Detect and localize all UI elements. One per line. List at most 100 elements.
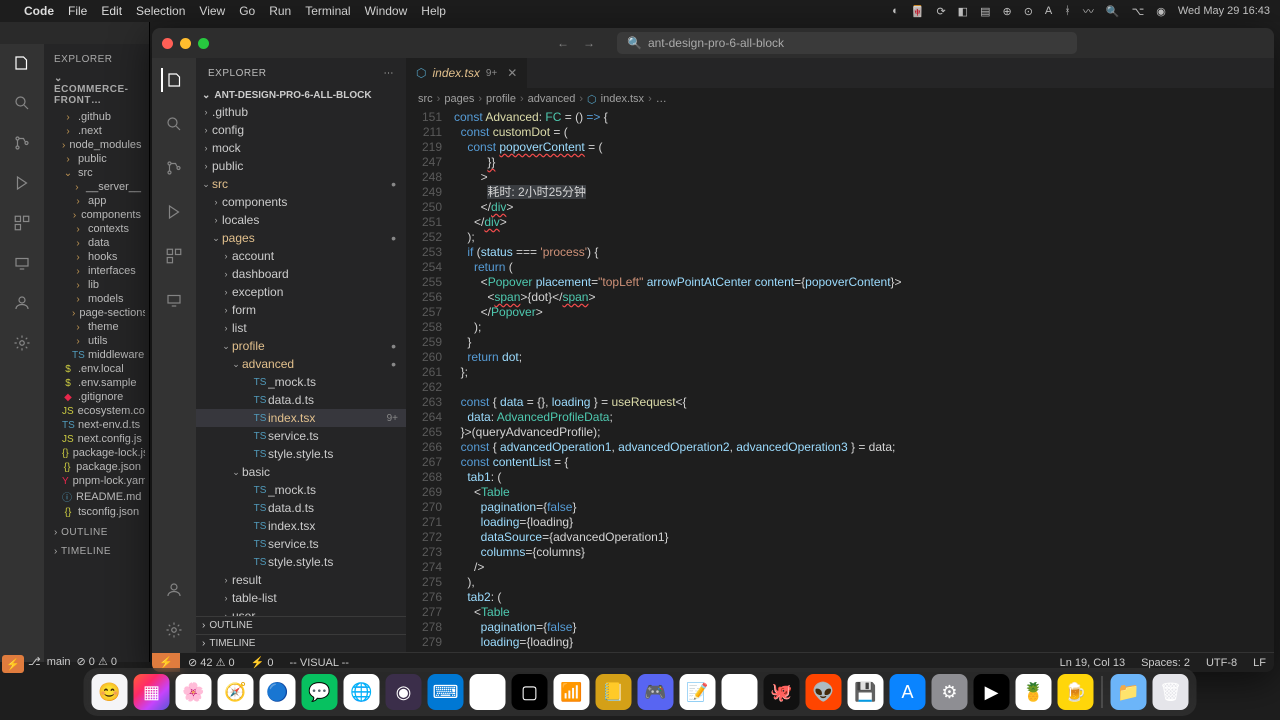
- menu-terminal[interactable]: Terminal: [305, 4, 350, 18]
- project-root[interactable]: ⌄ ECOMMERCE-FRONT…: [48, 69, 145, 110]
- dock-app[interactable]: ▢: [512, 674, 548, 710]
- search-icon[interactable]: [162, 112, 186, 136]
- tree-row[interactable]: ›account: [196, 247, 406, 265]
- menu-help[interactable]: Help: [421, 4, 446, 18]
- timeline-section[interactable]: ›TIMELINE: [196, 634, 406, 652]
- status-icon[interactable]: ⊙: [1024, 5, 1033, 18]
- bluetooth-icon[interactable]: ᚼ: [1064, 5, 1071, 17]
- tree-row[interactable]: TSdata.d.ts: [196, 499, 406, 517]
- search-icon[interactable]: [11, 92, 33, 114]
- remote-badge[interactable]: ⚡: [2, 655, 24, 673]
- tab-index-tsx[interactable]: ⬡ index.tsx 9+ ✕: [406, 58, 528, 88]
- clock[interactable]: Wed May 29 16:43: [1178, 5, 1270, 17]
- close-icon[interactable]: ✕: [507, 66, 517, 80]
- tree-row[interactable]: ⌄pages•: [196, 229, 406, 247]
- dock-app[interactable]: 29: [470, 674, 506, 710]
- dock-app[interactable]: 😊: [92, 674, 128, 710]
- bg-tree-item[interactable]: ›models: [48, 292, 145, 306]
- bg-tree-item[interactable]: ›public: [48, 152, 145, 166]
- breadcrumb[interactable]: src› pages› profile› advanced› ⬡ index.t…: [406, 88, 1274, 110]
- bg-tree-item[interactable]: ◆.gitignore: [48, 390, 145, 404]
- eol[interactable]: LF: [1245, 657, 1274, 669]
- bg-tree-item[interactable]: ›components: [48, 208, 145, 222]
- more-icon[interactable]: ⋯: [384, 68, 395, 79]
- tree-row[interactable]: TSindex.tsx9+: [196, 409, 406, 427]
- command-center[interactable]: 🔍 ant-design-pro-6-all-block: [617, 32, 1077, 54]
- bg-tree-item[interactable]: ⌄src: [48, 166, 145, 180]
- tab-bar[interactable]: ⬡ index.tsx 9+ ✕: [406, 58, 1274, 88]
- dock-app[interactable]: 👽: [806, 674, 842, 710]
- tree-row[interactable]: ›result: [196, 571, 406, 589]
- dock-app[interactable]: ▶: [974, 674, 1010, 710]
- status-icon[interactable]: ▤: [980, 5, 990, 18]
- nav-back-icon[interactable]: ←: [557, 36, 569, 50]
- dock-app[interactable]: 🗑: [1153, 674, 1189, 710]
- bg-tree-item[interactable]: JSnext.config.js: [48, 432, 145, 446]
- bg-tree-item[interactable]: TSnext-env.d.ts: [48, 418, 145, 432]
- tree-row[interactable]: ›components: [196, 193, 406, 211]
- status-icon[interactable]: ⊕: [1002, 5, 1011, 18]
- remote-icon[interactable]: [11, 252, 33, 274]
- tree-row[interactable]: TSindex.tsx: [196, 517, 406, 535]
- project-header[interactable]: ⌄ANT-DESIGN-PRO-6-ALL-BLOCK: [196, 88, 406, 103]
- traffic-lights[interactable]: [162, 38, 209, 49]
- status-icon[interactable]: ◐: [892, 5, 899, 17]
- dock-app[interactable]: 🧭: [218, 674, 254, 710]
- tree-row[interactable]: TSstyle.style.ts: [196, 553, 406, 571]
- tree-row[interactable]: ›config: [196, 121, 406, 139]
- dock-app[interactable]: 🍺: [1058, 674, 1094, 710]
- status-icon[interactable]: ⟳: [936, 5, 945, 18]
- app-name[interactable]: Code: [24, 4, 54, 18]
- titlebar[interactable]: ← → 🔍 ant-design-pro-6-all-block: [152, 28, 1274, 58]
- bg-tree-item[interactable]: {}package-lock.json: [48, 446, 145, 460]
- bg-tree-item[interactable]: ›.github: [48, 110, 145, 124]
- bg-tree-item[interactable]: ›__server__: [48, 180, 145, 194]
- search-icon[interactable]: 🔍: [1106, 5, 1120, 18]
- tree-row[interactable]: TS_mock.ts: [196, 373, 406, 391]
- branch-icon[interactable]: ⎇: [28, 655, 41, 668]
- tree-row[interactable]: ›list: [196, 319, 406, 337]
- dock-app[interactable]: 📝: [680, 674, 716, 710]
- minimize-icon[interactable]: [180, 38, 191, 49]
- code-area[interactable]: 1512112192472482492502512522532542552562…: [406, 110, 1274, 652]
- bg-tree-item[interactable]: ⓘREADME.md: [48, 488, 145, 505]
- bg-tree-item[interactable]: ›hooks: [48, 250, 145, 264]
- menu-edit[interactable]: Edit: [101, 4, 122, 18]
- tree-row[interactable]: TSservice.ts: [196, 535, 406, 553]
- remote-icon[interactable]: [162, 288, 186, 312]
- extensions-icon[interactable]: [11, 212, 33, 234]
- bg-tree-item[interactable]: ›data: [48, 236, 145, 250]
- tree-row[interactable]: ›.github: [196, 103, 406, 121]
- tree-row[interactable]: ⌄src•: [196, 175, 406, 193]
- dock-app[interactable]: 🐙: [764, 674, 800, 710]
- menu-run[interactable]: Run: [269, 4, 291, 18]
- bg-tree-item[interactable]: ›theme: [48, 320, 145, 334]
- dock-app[interactable]: ◉: [386, 674, 422, 710]
- dock[interactable]: 😊▦🌸🧭🔵💬🌐◉⌨29▢📶📒🎮📝✉🐙👽💾A⚙▶🍍🍺📁🗑: [84, 668, 1197, 716]
- bg-tree-item[interactable]: ›.next: [48, 124, 145, 138]
- extensions-icon[interactable]: [162, 244, 186, 268]
- dock-app[interactable]: A: [890, 674, 926, 710]
- account-icon[interactable]: [11, 292, 33, 314]
- dock-app[interactable]: 🔵: [260, 674, 296, 710]
- tree-row[interactable]: TSservice.ts: [196, 427, 406, 445]
- tree-row[interactable]: ⌄advanced•: [196, 355, 406, 373]
- status-icon[interactable]: A: [1045, 5, 1052, 17]
- bg-tree-item[interactable]: JSecosystem.config: [48, 404, 145, 418]
- debug-icon[interactable]: [162, 200, 186, 224]
- control-center-icon[interactable]: ⌥: [1132, 5, 1145, 18]
- dock-app[interactable]: 📁: [1111, 674, 1147, 710]
- dock-app[interactable]: 📒: [596, 674, 632, 710]
- bg-tree-item[interactable]: $.env.local: [48, 362, 145, 376]
- bg-tree-item[interactable]: {}tsconfig.json: [48, 505, 145, 519]
- bg-tree-item[interactable]: ›contexts: [48, 222, 145, 236]
- menu-selection[interactable]: Selection: [136, 4, 185, 18]
- tree-row[interactable]: ›locales: [196, 211, 406, 229]
- dock-app[interactable]: 🌐: [344, 674, 380, 710]
- bg-tree-item[interactable]: ›app: [48, 194, 145, 208]
- zoom-icon[interactable]: [198, 38, 209, 49]
- outline-section[interactable]: ›OUTLINE: [196, 616, 406, 634]
- tree-row[interactable]: ›mock: [196, 139, 406, 157]
- files-icon[interactable]: [11, 52, 33, 74]
- dock-app[interactable]: 📶: [554, 674, 590, 710]
